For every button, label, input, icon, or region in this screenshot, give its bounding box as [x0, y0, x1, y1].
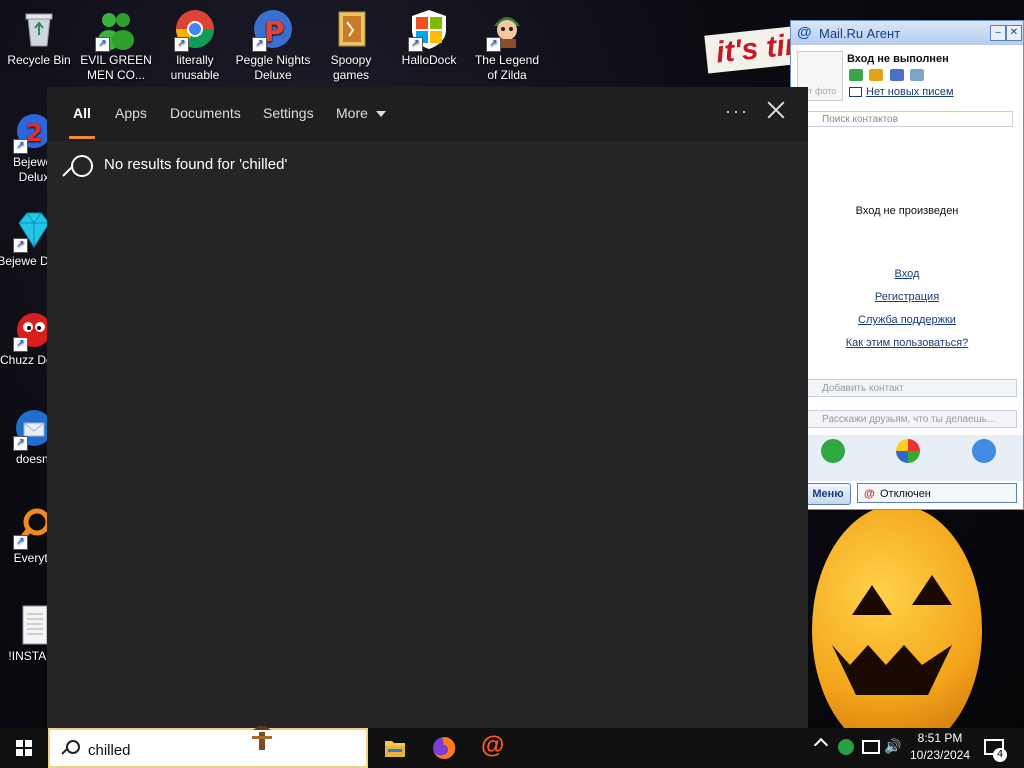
shortcut-arrow-icon: ↗ — [13, 238, 28, 253]
shortcut-arrow-icon: ↗ — [252, 37, 267, 52]
svg-text:2: 2 — [26, 119, 43, 147]
search-icon — [61, 155, 93, 187]
mailru-agent-taskbar-button[interactable]: @ — [469, 728, 517, 768]
firefox-icon — [433, 736, 456, 759]
help-link[interactable]: Как этим пользоваться? — [791, 337, 1023, 349]
network-icon[interactable] — [862, 740, 880, 754]
windows-logo-icon — [16, 740, 32, 756]
peggle-icon: P ↗ — [252, 8, 294, 52]
shortcut-arrow-icon: ↗ — [13, 436, 28, 451]
notification-center-button[interactable]: 4 — [982, 736, 1007, 762]
desktop-icon-label: EVIL GREEN MEN CO... — [80, 53, 152, 82]
mailru-agent-window[interactable]: @ Mail.Ru Агент – ✕ ет фото Вход не выпо… — [790, 20, 1024, 510]
shortcut-arrow-icon: ↗ — [408, 37, 423, 52]
folder-icon — [330, 8, 372, 50]
shortcut-arrow-icon: ↗ — [486, 37, 501, 52]
status-online-icon[interactable] — [849, 69, 863, 81]
pumpkin-graphic — [812, 505, 982, 755]
shortcut-arrow-icon: ↗ — [13, 139, 28, 154]
desktop-icon-literally-unusable[interactable]: ↗ literally unusable — [157, 8, 233, 83]
windows-shield-icon: ↗ — [408, 8, 450, 52]
settings-icon[interactable] — [910, 69, 925, 81]
tab-documents[interactable]: Documents — [170, 87, 241, 139]
agent-status-icon[interactable] — [838, 739, 854, 755]
contact-search-input[interactable]: Поиск контактов — [805, 111, 1013, 127]
shortcut-arrow-icon: ↗ — [174, 37, 189, 52]
notification-count-badge: 4 — [993, 748, 1007, 762]
desktop-icon-recycle-bin[interactable]: Recycle Bin — [1, 8, 77, 68]
desktop-icon-spoopy-games[interactable]: Spoopy games — [313, 8, 389, 83]
tab-apps[interactable]: Apps — [115, 87, 147, 139]
desktop-icon-hallodock[interactable]: ↗ HalloDock — [391, 8, 467, 68]
desktop-icon-label: HalloDock — [401, 53, 457, 67]
menu-button[interactable]: Меню — [805, 483, 851, 505]
more-options-icon[interactable]: ··· — [725, 101, 749, 122]
firefox-button[interactable] — [420, 728, 468, 768]
system-tray: 🔊 — [812, 728, 901, 768]
mailru-at-icon: @ — [797, 24, 812, 41]
login-status: Вход не выполнен — [847, 53, 949, 65]
mailru-window-title: Mail.Ru Агент — [819, 26, 901, 41]
chrome-icon: ↗ — [174, 8, 216, 52]
status-edit-icon[interactable] — [869, 69, 884, 81]
file-explorer-button[interactable] — [371, 728, 419, 768]
chevron-up-icon[interactable] — [813, 737, 829, 753]
search-icon — [60, 740, 80, 760]
register-link[interactable]: Регистрация — [791, 291, 1023, 303]
status-icons-row — [849, 69, 927, 84]
start-button[interactable] — [0, 728, 48, 768]
login-link[interactable]: Вход — [791, 268, 1023, 280]
tab-all[interactable]: All — [69, 87, 95, 139]
tab-more[interactable]: More — [336, 87, 386, 139]
desktop-icon-label: Peggle Nights Deluxe — [235, 53, 311, 82]
desktop-icon-peggle-nights[interactable]: P ↗ Peggle Nights Deluxe — [235, 8, 311, 83]
check-icon[interactable] — [821, 439, 845, 463]
clock[interactable]: 8:51 PM 10/23/2024 — [900, 730, 980, 764]
shortcut-arrow-icon: ↗ — [95, 37, 110, 52]
close-button[interactable]: ✕ — [1006, 25, 1022, 41]
minimize-button[interactable]: – — [990, 25, 1006, 41]
clock-date: 10/23/2024 — [909, 748, 971, 762]
camera-icon[interactable] — [889, 69, 904, 81]
mailru-title-bar[interactable]: @ Mail.Ru Агент – ✕ — [791, 21, 1023, 45]
scarecrow-icon — [252, 726, 272, 750]
support-link[interactable]: Служба поддержки — [791, 314, 1023, 326]
no-new-letters-link[interactable]: Нет новых писем — [849, 86, 954, 98]
search-input[interactable] — [86, 738, 350, 762]
desktop-icon-legend-of-zilda[interactable]: ↗ The Legend of Zilda — [469, 8, 545, 83]
desktop-icon-evil-green-men[interactable]: ↗ EVIL GREEN MEN CO... — [78, 8, 154, 83]
volume-icon[interactable]: 🔊 — [884, 739, 901, 755]
taskbar-search-box[interactable] — [48, 726, 368, 768]
close-icon[interactable] — [765, 99, 787, 121]
people-icon: ↗ — [95, 8, 137, 52]
no-results-message: No results found for 'chilled' — [104, 156, 288, 173]
mailru-at-icon: @ — [481, 732, 505, 759]
games-icon[interactable] — [896, 439, 920, 463]
compass-icon[interactable] — [972, 439, 996, 463]
envelope-icon — [849, 87, 862, 98]
chevron-down-icon — [375, 111, 386, 118]
windows-search-panel[interactable]: All Apps Documents Settings More ··· No … — [47, 87, 808, 728]
tab-settings[interactable]: Settings — [263, 87, 314, 139]
share-status-input[interactable]: Расскажи друзьям, что ты делаешь... — [805, 410, 1017, 428]
clock-time: 8:51 PM — [917, 731, 963, 745]
not-logged-in-message: Вход не произведен — [855, 205, 959, 217]
desktop-icon-label: literally unusable — [170, 53, 220, 82]
search-tabs: All Apps Documents Settings More ··· — [47, 87, 808, 141]
taskbar: @ 🔊 8:51 PM 10/23/2024 4 — [0, 726, 1024, 768]
desktop-icon-label: Spoopy games — [330, 53, 372, 82]
connection-status-dropdown[interactable]: Отключен — [857, 483, 1017, 504]
shortcut-arrow-icon: ↗ — [13, 535, 28, 550]
recycle-bin-icon — [18, 8, 60, 50]
desktop-icon-label: Recycle Bin — [7, 53, 71, 67]
desktop-icon-label: The Legend of Zilda — [474, 53, 540, 82]
shortcut-arrow-icon: ↗ — [13, 337, 28, 352]
folder-icon — [385, 741, 405, 757]
svg-text:P: P — [264, 15, 285, 48]
mailru-toolbar — [791, 435, 1023, 481]
game-character-icon: ↗ — [486, 8, 528, 52]
add-contact-button[interactable]: Добавить контакт — [805, 379, 1017, 397]
